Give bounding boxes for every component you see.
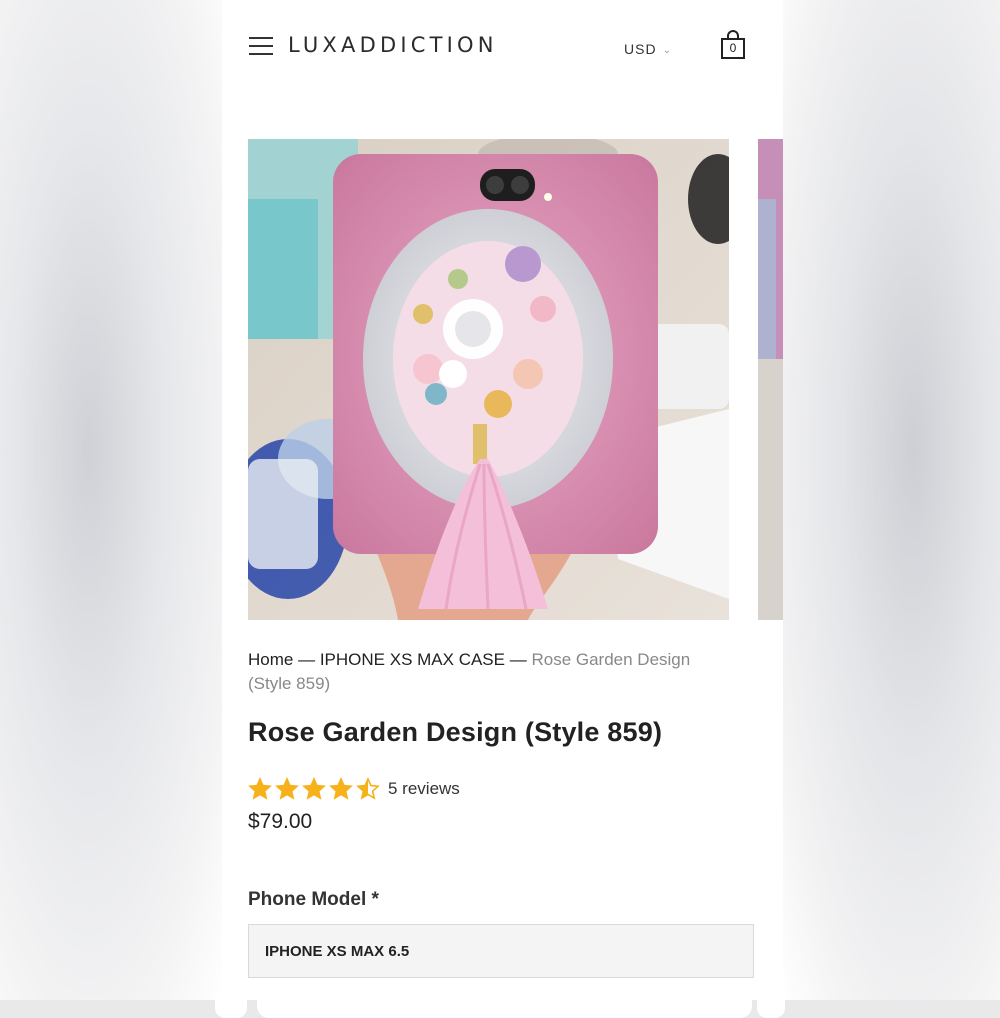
breadcrumb-home[interactable]: Home: [248, 650, 293, 669]
star-full-icon: [275, 777, 299, 800]
menu-icon[interactable]: [249, 36, 273, 56]
currency-selector[interactable]: USD ⌄: [624, 41, 672, 57]
reviews-count[interactable]: 5 reviews: [388, 779, 460, 799]
product-rating[interactable]: 5 reviews: [248, 776, 460, 802]
bottom-address-bar[interactable]: [257, 988, 752, 1018]
breadcrumb-current-continued: (Style 859): [248, 674, 331, 693]
currency-value: USD: [624, 41, 657, 57]
blurred-background-right: [782, 0, 1000, 1000]
product-price: $79.00: [248, 810, 313, 833]
breadcrumb-current: Rose Garden Design: [531, 650, 691, 669]
chevron-down-icon: ⌄: [662, 45, 672, 56]
rating-stars: [248, 777, 380, 801]
breadcrumb-separator: —: [509, 650, 527, 669]
bottom-bar: [0, 985, 1000, 1018]
next-product-photo: [758, 139, 783, 620]
product-photo: [248, 139, 729, 620]
star-full-icon: [329, 777, 353, 800]
product-title: Rose Garden Design (Style 859): [248, 717, 663, 747]
breadcrumb-collection[interactable]: IPHONE XS MAX CASE: [320, 650, 505, 669]
phone-model-label: Phone Model *: [248, 889, 379, 910]
breadcrumb: Home — IPHONE XS MAX CASE — Rose Garden …: [248, 648, 758, 696]
bottom-control-left[interactable]: [215, 988, 247, 1018]
mobile-page: LUXADDICTION USD ⌄ 0 Home — IPHONE XS MA…: [222, 0, 783, 1000]
bottom-control-right[interactable]: [757, 988, 785, 1018]
star-full-icon: [302, 777, 326, 800]
product-image[interactable]: [248, 139, 729, 620]
blurred-background-left: [0, 0, 222, 1000]
site-header: LUXADDICTION USD ⌄ 0: [222, 0, 783, 95]
cart-count: 0: [729, 41, 737, 55]
phone-model-value: IPHONE XS MAX 6.5: [265, 942, 410, 960]
cart-button[interactable]: 0: [719, 30, 747, 60]
next-product-image[interactable]: [758, 139, 783, 620]
phone-model-select[interactable]: IPHONE XS MAX 6.5: [248, 924, 754, 978]
star-half-icon: [356, 777, 380, 800]
site-logo[interactable]: LUXADDICTION: [288, 33, 498, 57]
star-full-icon: [248, 777, 272, 800]
breadcrumb-separator: —: [298, 650, 316, 669]
